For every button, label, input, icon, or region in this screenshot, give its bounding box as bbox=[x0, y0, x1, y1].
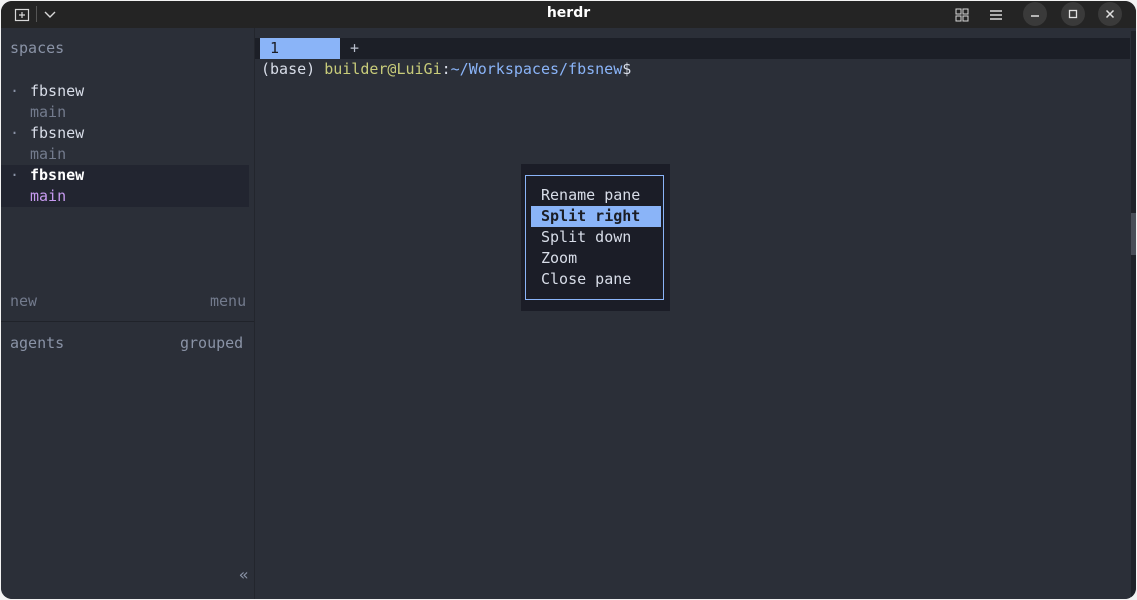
space-name: fbsnew bbox=[30, 82, 85, 100]
menu-item-split-right[interactable]: Split right bbox=[531, 206, 661, 227]
space-bullet: · bbox=[10, 166, 20, 184]
collapse-sidebar-icon[interactable]: « bbox=[239, 564, 249, 585]
space-bullet: · bbox=[10, 82, 20, 100]
sidebar-menu-button[interactable]: menu bbox=[210, 291, 246, 312]
scrollbar-thumb[interactable] bbox=[1131, 213, 1136, 255]
terminal-area[interactable]: 1 + (base) builder@LuiGi:~/Workspaces/fb… bbox=[255, 28, 1130, 599]
close-icon[interactable] bbox=[1098, 2, 1122, 26]
space-bullet: · bbox=[10, 124, 20, 142]
menu-item-zoom[interactable]: Zoom bbox=[531, 248, 661, 269]
user-host: builder@LuiGi bbox=[324, 60, 442, 78]
current-path: ~/Workspaces/fbsnew bbox=[450, 60, 623, 78]
prompt-symbol: $ bbox=[622, 60, 632, 78]
sidebar: spaces · fbsnew main · fbsnew main · fbs… bbox=[1, 28, 255, 599]
space-branch: main bbox=[30, 187, 67, 205]
grouped-toggle[interactable]: grouped bbox=[180, 333, 243, 354]
prompt-separator: : bbox=[441, 60, 451, 78]
maximize-icon[interactable] bbox=[1061, 2, 1085, 26]
grid-icon[interactable] bbox=[951, 4, 973, 25]
app-window: herdr spaces · fbsnew main · fbsnew main bbox=[1, 1, 1136, 599]
menu-item-split-down[interactable]: Split down bbox=[531, 227, 661, 248]
new-space-button[interactable]: new bbox=[10, 291, 37, 312]
add-tab-button[interactable]: + bbox=[350, 38, 359, 59]
space-name: fbsnew bbox=[30, 166, 85, 184]
menu-icon[interactable] bbox=[985, 4, 1007, 25]
space-name: fbsnew bbox=[30, 124, 85, 142]
title-bar: herdr bbox=[1, 1, 1136, 28]
spaces-header: spaces bbox=[10, 39, 65, 57]
minimize-icon[interactable] bbox=[1023, 2, 1047, 26]
menu-item-close-pane[interactable]: Close pane bbox=[531, 269, 661, 290]
space-branch: main bbox=[30, 103, 67, 121]
menu-item-rename-pane[interactable]: Rename pane bbox=[531, 185, 661, 206]
agents-header: agents bbox=[10, 334, 65, 352]
conda-env: (base) bbox=[261, 60, 316, 78]
scrollbar-track[interactable] bbox=[1131, 31, 1136, 599]
tab-1[interactable]: 1 bbox=[260, 38, 340, 59]
sidebar-divider bbox=[1, 321, 254, 322]
tab-bar: 1 + bbox=[255, 38, 1130, 59]
shell-prompt: (base) builder@LuiGi:~/Workspaces/fbsnew… bbox=[261, 59, 631, 80]
space-branch: main bbox=[30, 145, 67, 163]
